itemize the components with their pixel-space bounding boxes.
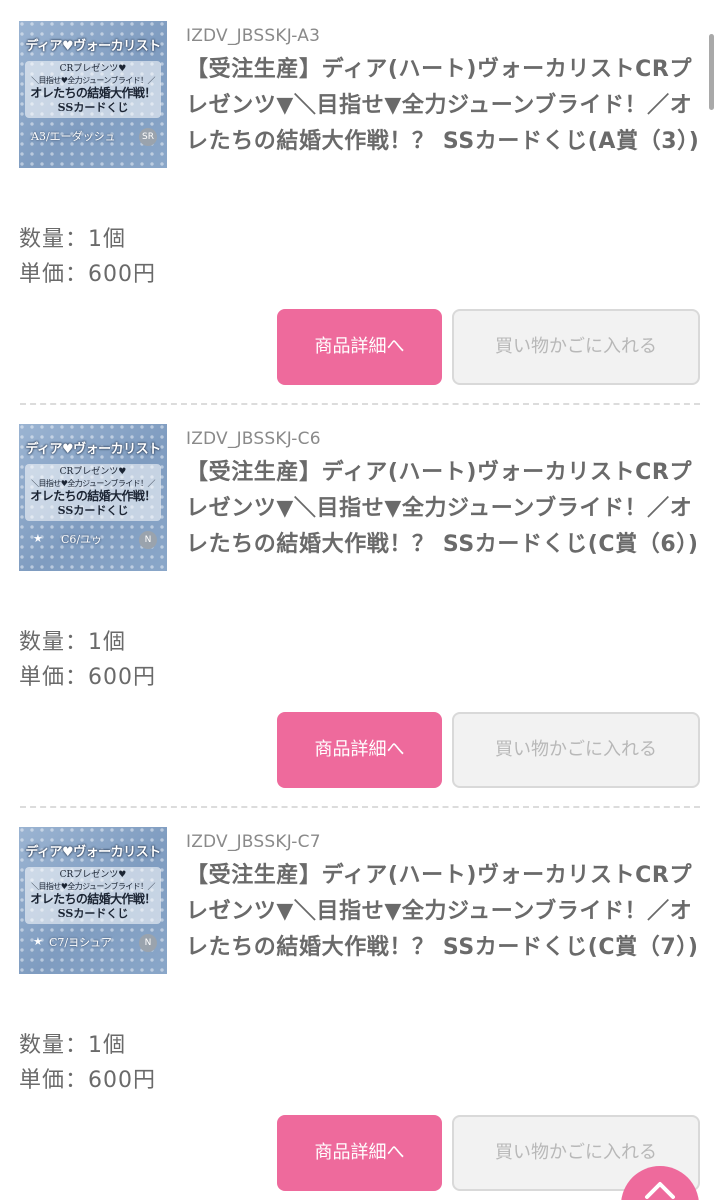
rarity-badge: N <box>139 531 157 549</box>
product-unit-price: 単価：600円 <box>19 1068 156 1093</box>
thumbnail-caption-line: オレたちの結婚大作戦！ <box>30 892 156 906</box>
thumbnail-card-name: A3/エーダッシュ <box>31 130 116 143</box>
scrollbar[interactable] <box>709 34 714 110</box>
product-thumbnail[interactable]: ディア♥ヴォーカリスト CRプレゼンツ♥ ＼目指せ♥全力ジューンブライド！／ オ… <box>19 424 167 571</box>
product-thumbnail[interactable]: ディア♥ヴォーカリスト CRプレゼンツ♥ ＼目指せ♥全力ジューンブライド！／ オ… <box>19 21 167 168</box>
thumbnail-caption-line: オレたちの結婚大作戦！ <box>30 86 156 100</box>
product-code: IZDV_JBSSKJ-A3 <box>186 26 321 46</box>
thumbnail-title: ディア♥ヴォーカリスト <box>25 39 161 54</box>
product-quantity: 数量：1個 <box>19 227 126 252</box>
thumbnail-caption-line: SSカードくじ <box>57 101 129 114</box>
add-to-cart-button[interactable]: 買い物かごに入れる <box>452 712 700 788</box>
thumbnail-title: ディア♥ヴォーカリスト <box>25 845 161 860</box>
item-divider <box>20 403 700 405</box>
thumbnail-caption-box: CRプレゼンツ♥ ＼目指せ♥全力ジューンブライド！／ オレたちの結婚大作戦！ S… <box>25 867 161 924</box>
product-title[interactable]: 【受注生産】ディア(ハート)ヴォーカリストCRプレゼンツ▼＼目指せ▼全力ジューン… <box>186 858 701 966</box>
product-item: ディア♥ヴォーカリスト CRプレゼンツ♥ ＼目指せ♥全力ジューンブライド！／ オ… <box>0 0 719 403</box>
product-code: IZDV_JBSSKJ-C7 <box>186 832 321 852</box>
thumbnail-caption-line: CRプレゼンツ♥ <box>59 467 127 477</box>
item-divider <box>20 806 700 808</box>
thumbnail-caption-line: CRプレゼンツ♥ <box>59 870 127 880</box>
thumbnail-caption-line: ＼目指せ♥全力ジューンブライド！／ <box>31 479 155 488</box>
product-code: IZDV_JBSSKJ-C6 <box>186 429 321 449</box>
product-item: ディア♥ヴォーカリスト CRプレゼンツ♥ ＼目指せ♥全力ジューンブライド！／ オ… <box>0 806 719 1200</box>
add-to-cart-button[interactable]: 買い物かごに入れる <box>452 309 700 385</box>
thumbnail-card-name: C7/ヨシュア <box>49 936 112 949</box>
thumbnail-caption-line: オレたちの結婚大作戦！ <box>30 489 156 503</box>
product-title[interactable]: 【受注生産】ディア(ハート)ヴォーカリストCRプレゼンツ▼＼目指せ▼全力ジューン… <box>186 455 701 563</box>
product-detail-button[interactable]: 商品詳細へ <box>277 1115 442 1191</box>
thumbnail-caption-line: CRプレゼンツ♥ <box>59 64 127 74</box>
product-unit-price: 単価：600円 <box>19 262 156 287</box>
star-icon: ★ <box>33 532 43 545</box>
thumbnail-card-name: C6/ユゥ <box>61 533 103 546</box>
product-list-page: ディア♥ヴォーカリスト CRプレゼンツ♥ ＼目指せ♥全力ジューンブライド！／ オ… <box>0 0 719 1200</box>
thumbnail-caption-line: ＼目指せ♥全力ジューンブライド！／ <box>31 76 155 85</box>
thumbnail-caption-line: ＼目指せ♥全力ジューンブライド！／ <box>31 882 155 891</box>
thumbnail-caption-box: CRプレゼンツ♥ ＼目指せ♥全力ジューンブライド！／ オレたちの結婚大作戦！ S… <box>25 61 161 118</box>
product-quantity: 数量：1個 <box>19 630 126 655</box>
rarity-badge: SR <box>139 128 157 146</box>
thumbnail-caption-box: CRプレゼンツ♥ ＼目指せ♥全力ジューンブライド！／ オレたちの結婚大作戦！ S… <box>25 464 161 521</box>
product-item: ディア♥ヴォーカリスト CRプレゼンツ♥ ＼目指せ♥全力ジューンブライド！／ オ… <box>0 403 719 806</box>
product-thumbnail[interactable]: ディア♥ヴォーカリスト CRプレゼンツ♥ ＼目指せ♥全力ジューンブライド！／ オ… <box>19 827 167 974</box>
product-detail-button[interactable]: 商品詳細へ <box>277 712 442 788</box>
product-detail-button[interactable]: 商品詳細へ <box>277 309 442 385</box>
chevron-up-icon <box>645 1182 675 1199</box>
thumbnail-title: ディア♥ヴォーカリスト <box>25 442 161 457</box>
star-icon: ★ <box>33 935 43 948</box>
product-quantity: 数量：1個 <box>19 1033 126 1058</box>
product-unit-price: 単価：600円 <box>19 665 156 690</box>
product-title[interactable]: 【受注生産】ディア(ハート)ヴォーカリストCRプレゼンツ▼＼目指せ▼全力ジューン… <box>186 52 701 160</box>
thumbnail-caption-line: SSカードくじ <box>57 504 129 517</box>
rarity-badge: N <box>139 934 157 952</box>
thumbnail-caption-line: SSカードくじ <box>57 907 129 920</box>
